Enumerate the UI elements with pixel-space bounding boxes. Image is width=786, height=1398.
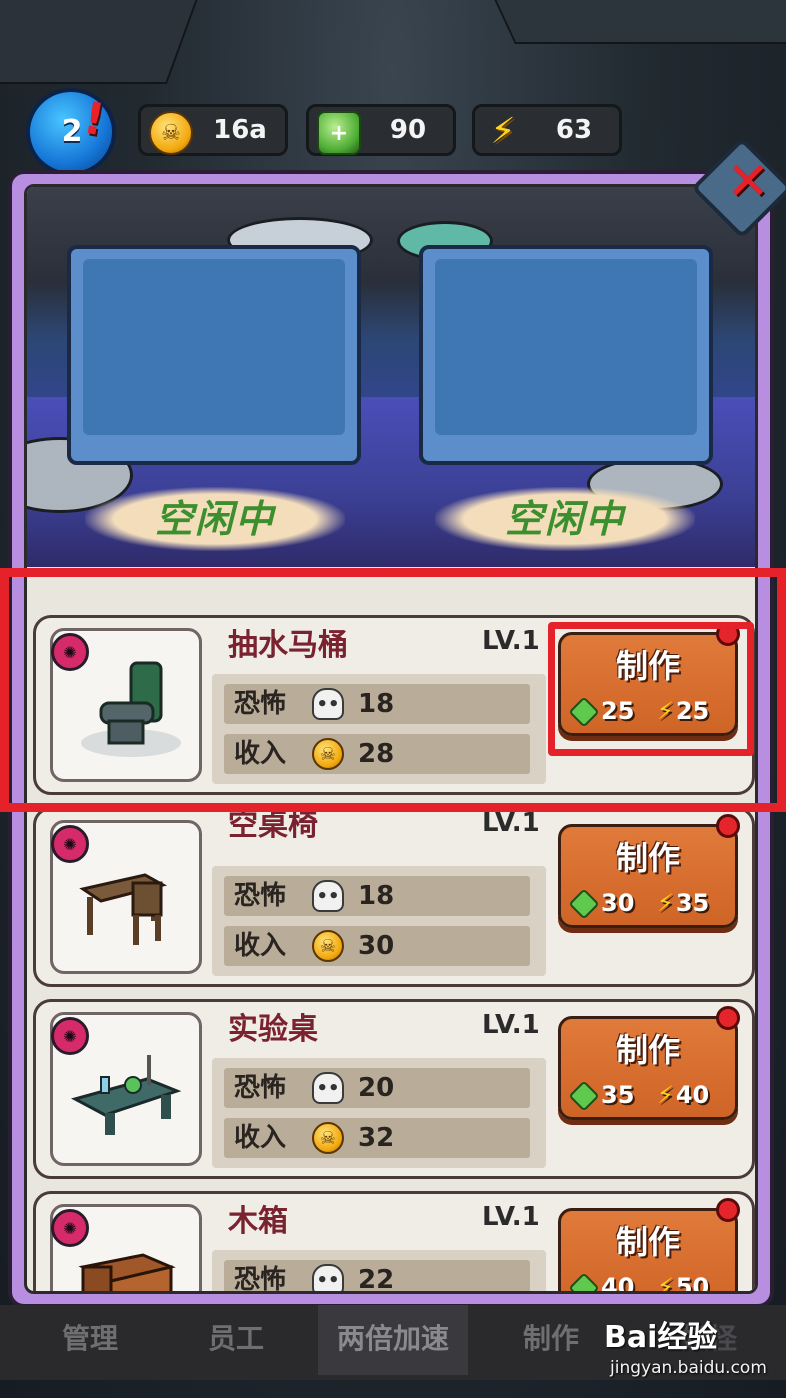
craft-button-label: 制作 (615, 1223, 680, 1261)
gem-cost-value: 30 (601, 889, 635, 917)
item-thumbnail: ✺ (50, 820, 202, 974)
stat-label: 恐怖 (234, 1073, 287, 1103)
tab-double-speed[interactable]: 两倍加速 (318, 1305, 468, 1375)
energy-counter: ⚡ 63 (472, 104, 622, 156)
notification-dot (716, 1006, 740, 1030)
gem-cost-value: 40 (601, 1273, 635, 1294)
stat-value: 30 (358, 931, 395, 961)
background-tile (485, 0, 786, 44)
ghost-icon: •• (312, 1072, 344, 1104)
energy-cost: ⚡35 (657, 887, 709, 919)
notification-dot (716, 814, 740, 838)
energy-cost-value: 50 (675, 1273, 710, 1294)
craft-button-label: 制作 (615, 839, 680, 877)
lightning-icon: ⚡ (490, 110, 516, 152)
gem-counter[interactable]: + 90 (306, 104, 456, 156)
stat-value: 18 (358, 881, 395, 911)
gem-cost: 30 (568, 887, 635, 920)
item-stats: 恐怖 •• 18 收入 ☠ 30 (212, 866, 546, 976)
item-name: 实验桌 (228, 1012, 318, 1047)
energy-value: 63 (555, 115, 593, 145)
stat-row-income: 收入 ☠ 30 (224, 926, 530, 966)
energy-cost-value: 35 (675, 889, 710, 917)
coin-icon: ☠ (312, 1122, 344, 1154)
watermark-url: jingyan.baidu.com (610, 1358, 767, 1378)
stat-row-income: 收入 ☠ 32 (224, 1118, 530, 1158)
gem-cost-value: 35 (601, 1081, 635, 1109)
lab-table-icon (70, 1055, 182, 1135)
gem-plus-icon[interactable]: + (317, 111, 361, 155)
wooden-crate-icon (78, 1253, 176, 1291)
craft-button[interactable]: 制作 35 ⚡40 (558, 1016, 738, 1120)
item-thumbnail: ✺ (50, 1012, 202, 1166)
stat-value: 20 (358, 1073, 395, 1103)
recipe-item: ✺ 空桌椅 LV.1 恐怖 •• 18 收入 ☠ 30 制作 30 ⚡35 (33, 807, 755, 987)
gem-value: 90 (389, 115, 427, 145)
stat-row-fear: 恐怖 •• 22 (224, 1260, 530, 1294)
recipe-item: ✺ 实验桌 LV.1 恐怖 •• 20 收入 ☠ 32 制作 35 ⚡40 (33, 999, 755, 1179)
stat-label: 收入 (234, 1123, 287, 1153)
energy-cost-value: 40 (675, 1081, 710, 1109)
skull-coin-icon: ☠ (149, 111, 193, 155)
item-level: LV.1 (482, 1010, 540, 1040)
slot-2-status: 空闲中 (435, 487, 695, 551)
crafting-slot-2[interactable] (419, 245, 713, 465)
stat-value: 32 (358, 1123, 395, 1153)
slot-screen (435, 259, 697, 435)
workshop-scene: 空闲中 空闲中 (27, 187, 755, 567)
stat-label: 收入 (234, 931, 287, 961)
energy-cost: ⚡50 (657, 1271, 710, 1294)
notification-dot (716, 1198, 740, 1222)
slot-screen (83, 259, 345, 435)
lightning-icon: ⚡ (657, 1273, 674, 1294)
stat-value: 22 (358, 1265, 395, 1294)
energy-cost: ⚡40 (657, 1079, 709, 1111)
gem-icon (568, 1272, 600, 1291)
close-x-icon[interactable]: ✕ (718, 150, 778, 214)
lightning-icon: ⚡ (657, 1081, 674, 1109)
background-tile (0, 0, 202, 84)
craft-button[interactable]: 制作 40 ⚡50 (558, 1208, 738, 1294)
coin-counter: ☠ 16a (138, 104, 288, 156)
gem-cost: 40 (568, 1271, 635, 1294)
slot-1-status: 空闲中 (85, 487, 345, 551)
item-level: LV.1 (482, 1202, 540, 1232)
gem-icon (568, 888, 600, 920)
highlight-box-button (548, 622, 754, 756)
item-level: LV.1 (482, 808, 540, 838)
coin-icon: ☠ (312, 930, 344, 962)
item-name: 木箱 (228, 1204, 288, 1239)
table-chair-icon (79, 873, 168, 945)
gem-icon (568, 1080, 600, 1112)
recipe-item: ✺ 木箱 LV.1 恐怖 •• 22 制作 40 ⚡50 (33, 1191, 755, 1294)
lightning-icon: ⚡ (657, 889, 674, 917)
gem-cost: 35 (568, 1079, 635, 1112)
stat-label: 恐怖 (234, 881, 287, 911)
tab-staff[interactable]: 员工 (166, 1305, 306, 1375)
tab-management[interactable]: 管理 (20, 1305, 160, 1375)
craft-button[interactable]: 制作 30 ⚡35 (558, 824, 738, 928)
item-thumbnail: ✺ (50, 1204, 202, 1291)
coin-value: 16a (213, 115, 267, 145)
stat-label: 恐怖 (234, 1265, 287, 1294)
ghost-icon: •• (312, 1264, 344, 1291)
stat-row-fear: 恐怖 •• 20 (224, 1068, 530, 1108)
item-stats: 恐怖 •• 20 收入 ☠ 32 (212, 1058, 546, 1168)
ghost-icon: •• (312, 880, 344, 912)
crafting-slot-1[interactable] (67, 245, 361, 465)
baidu-watermark: Bai经验 (604, 1320, 718, 1355)
stat-row-fear: 恐怖 •• 18 (224, 876, 530, 916)
item-stats: 恐怖 •• 22 (212, 1250, 546, 1294)
craft-button-label: 制作 (615, 1031, 680, 1069)
